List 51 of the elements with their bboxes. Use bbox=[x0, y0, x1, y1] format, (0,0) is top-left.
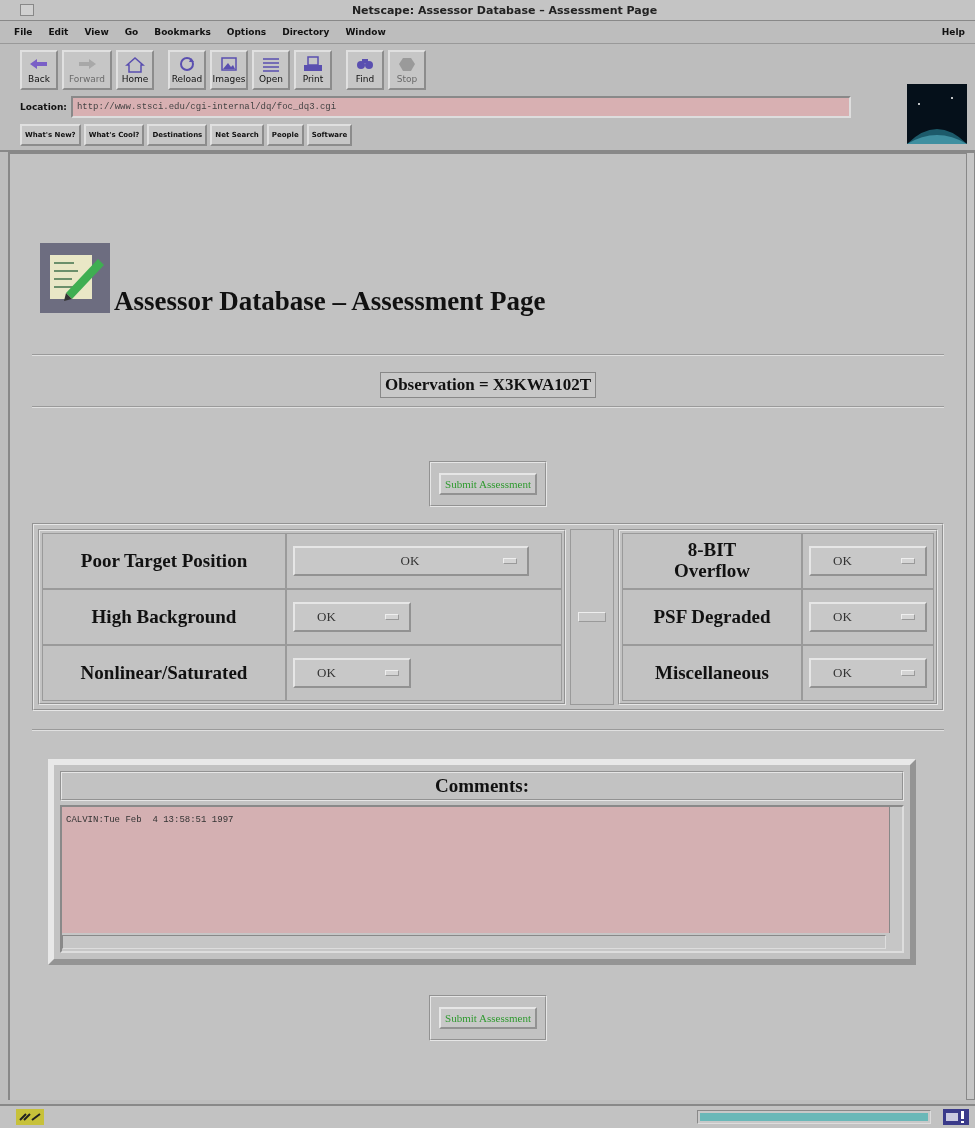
window-menu-button[interactable] bbox=[20, 4, 34, 16]
logo-icon bbox=[907, 84, 967, 144]
flag-label: 8-BIT Overflow bbox=[622, 533, 802, 589]
menu-item[interactable]: View bbox=[84, 27, 109, 37]
option-indicator-icon bbox=[385, 670, 399, 676]
option-menu[interactable]: OK bbox=[293, 602, 411, 632]
comments-title: Comments: bbox=[60, 771, 904, 801]
page-heading: Assessor Database – Assessment Page bbox=[114, 286, 546, 317]
location-label: Location: bbox=[20, 102, 67, 112]
document-pencil-icon bbox=[40, 243, 110, 313]
option-menu[interactable]: OK bbox=[809, 602, 927, 632]
option-menu[interactable]: OK bbox=[293, 658, 411, 688]
window-title: Netscape: Assessor Database – Assessment Page bbox=[350, 3, 659, 17]
menu-item[interactable]: File bbox=[14, 27, 33, 37]
toolbar-button[interactable]: Reload bbox=[168, 50, 206, 90]
menu-item[interactable]: Help bbox=[941, 27, 965, 37]
option-indicator-icon bbox=[901, 670, 915, 676]
option-indicator-icon bbox=[503, 558, 517, 564]
menu-item[interactable]: Go bbox=[124, 27, 139, 37]
comments-field[interactable]: CALVIN:Tue Feb 4 13:58:51 1997 bbox=[60, 805, 904, 953]
observation-label: Observation = X3KWA102T bbox=[379, 372, 597, 398]
menu-item[interactable]: Edit bbox=[48, 27, 69, 37]
flag-label: High Background bbox=[42, 589, 286, 645]
menu-item[interactable]: Window bbox=[345, 27, 386, 37]
blank-button[interactable] bbox=[578, 612, 606, 622]
printer-icon bbox=[301, 56, 325, 73]
flag-label: PSF Degraded bbox=[622, 589, 802, 645]
option-menu[interactable]: OK bbox=[809, 658, 927, 688]
flag-label: Poor Target Position bbox=[42, 533, 286, 589]
option-indicator-icon bbox=[385, 614, 399, 620]
menu-item[interactable]: Options bbox=[226, 27, 267, 37]
option-indicator-icon bbox=[901, 614, 915, 620]
toolbar-button[interactable]: Open bbox=[252, 50, 290, 90]
mail-icon[interactable] bbox=[943, 1109, 969, 1125]
flag-label: Miscellaneous bbox=[622, 645, 802, 701]
security-key-icon bbox=[16, 1109, 44, 1125]
option-menu[interactable]: OK bbox=[293, 546, 529, 576]
toolbar-button[interactable]: Home bbox=[116, 50, 154, 90]
flag-label: Nonlinear/Saturated bbox=[42, 645, 286, 701]
toolbar-button[interactable]: Find bbox=[346, 50, 384, 90]
location-field[interactable]: http://www.stsci.edu/cgi-internal/dq/foc_dq3.cgi bbox=[70, 96, 851, 118]
toolbar-button[interactable]: Back bbox=[20, 50, 58, 90]
option-menu[interactable]: OK bbox=[809, 546, 927, 576]
house-icon bbox=[123, 56, 147, 73]
option-indicator-icon bbox=[901, 558, 915, 564]
menu-item[interactable]: Bookmarks bbox=[154, 27, 211, 37]
toolbar-button[interactable]: Images bbox=[210, 50, 248, 90]
toolbar-button[interactable]: Print bbox=[294, 50, 332, 90]
horizontal-scrollbar[interactable] bbox=[62, 935, 886, 949]
menu-item[interactable]: Directory bbox=[282, 27, 330, 37]
comment-text: CALVIN:Tue Feb 4 13:58:51 1997 bbox=[62, 807, 889, 933]
